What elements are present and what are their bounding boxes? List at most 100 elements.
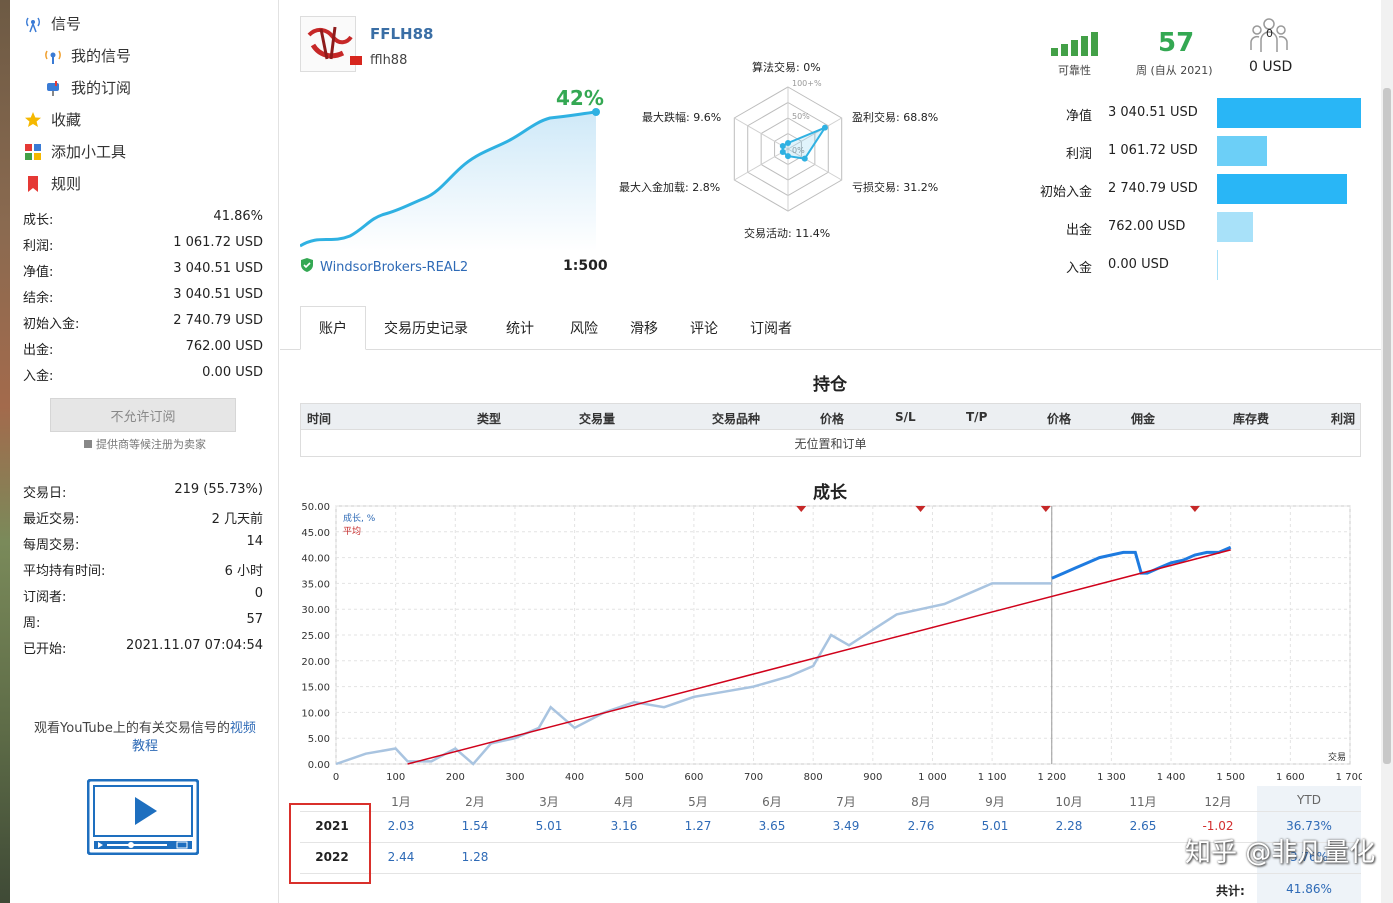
stat-equity: 净值: 3 040.51 USD	[23, 261, 263, 280]
month-value: 3.49	[832, 819, 860, 833]
fin-bar	[1217, 212, 1253, 242]
tab-trade-history[interactable]: 交易历史记录	[366, 306, 486, 350]
tab-risks[interactable]: 风险	[554, 306, 614, 350]
stat-trading-days: 交易日: 219 (55.73%)	[23, 482, 263, 501]
y-tick-label: 45.00	[301, 528, 330, 539]
ytd-value: 36.73%	[1286, 819, 1332, 833]
tab-reviews[interactable]: 评论	[674, 306, 734, 350]
tab-account[interactable]: 账户	[300, 306, 366, 350]
broker[interactable]: WindsorBrokers-REAL2	[300, 258, 468, 276]
row-divider	[300, 811, 1361, 812]
nav-label: 收藏	[51, 111, 82, 129]
radar-label-algo: 算法交易: 0%	[752, 61, 821, 74]
month-value: 1.54	[461, 819, 489, 833]
fin-row-profit: 利润 1 061.72 USD	[1010, 136, 1370, 166]
radar-point	[785, 153, 791, 160]
nav-add-widgets[interactable]: 添加小工具	[23, 141, 126, 162]
stat-balance: 结余: 3 040.51 USD	[23, 287, 263, 306]
month-header: 6月	[762, 795, 782, 809]
x-tick-label: 1 600	[1276, 772, 1305, 783]
stat-avg-holding: 平均持有时间: 6 小时	[23, 564, 263, 579]
y-tick-label: 20.00	[301, 657, 330, 668]
y-tick-label: 40.00	[301, 554, 330, 565]
month-header: 11月	[1129, 795, 1157, 809]
fin-value: 2 740.79 USD	[1108, 181, 1198, 196]
nav-label: 信号	[51, 15, 82, 33]
scrollbar-thumb[interactable]	[1383, 88, 1391, 764]
fin-label: 利润	[1065, 147, 1092, 162]
radar-point	[779, 149, 786, 155]
x-tick-label: 1 000	[918, 772, 947, 783]
x-tick-label: 1 100	[978, 772, 1007, 783]
reliability-bars-icon	[1051, 32, 1098, 56]
month-header: 9月	[985, 795, 1005, 809]
stat-profit: 利润: 1 061.72 USD	[23, 235, 263, 254]
month-header: 5月	[688, 795, 708, 809]
month-value: 3.16	[610, 819, 638, 833]
x-tick-label: 1 200	[1037, 772, 1066, 783]
radar-label-activity: 交易活动: 11.4%	[744, 227, 831, 240]
fin-label: 入金	[1065, 261, 1092, 276]
nav-signals[interactable]: 信号	[23, 13, 81, 34]
stat-withdrawals: 出金: 762.00 USD	[23, 339, 263, 358]
fin-row-deposits: 入金 0.00 USD	[1010, 250, 1370, 280]
month-value: 1.27	[684, 819, 712, 833]
col-swap: 库存费	[1233, 412, 1270, 426]
nav-label: 规则	[51, 175, 82, 193]
y-tick-label: 10.00	[301, 708, 330, 719]
month-header: 8月	[911, 795, 931, 809]
month-value: 2.44	[387, 850, 415, 864]
fin-value: 3 040.51 USD	[1108, 105, 1198, 120]
nav-favorites[interactable]: 收藏	[23, 109, 81, 130]
tab-bar: 账户 交易历史记录 统计 风险 滑移 评论 订阅者	[300, 306, 808, 350]
positions-empty: 无位置和订单	[794, 436, 867, 451]
y-tick-label: 5.00	[308, 734, 330, 745]
positions-table: 时间 类型 交易量 交易品种 价格 S/L T/P 价格 佣金 库存费 利润 无…	[300, 403, 1361, 457]
col-time: 时间	[307, 412, 332, 426]
x-tick-label: 800	[804, 772, 823, 783]
tab-slippage[interactable]: 滑移	[614, 306, 674, 350]
x-tick-label: 700	[744, 772, 763, 783]
reliability-label: 可靠性	[1058, 64, 1091, 77]
nav-my-signals[interactable]: 我的信号	[43, 45, 131, 66]
fin-bar	[1217, 98, 1361, 128]
x-tick-label: 200	[446, 772, 465, 783]
radar-point	[801, 155, 808, 162]
total-label: 共计:	[1216, 884, 1245, 898]
subscribe-button[interactable]: 不允许订阅	[50, 398, 236, 432]
year-highlight-box	[289, 803, 371, 884]
fin-row-equity: 净值 3 040.51 USD	[1010, 98, 1370, 128]
weeks-value: 57	[1158, 28, 1195, 58]
x-tick-label: 1 700	[1336, 772, 1362, 783]
background-strip	[0, 0, 10, 903]
month-value: 5.01	[535, 819, 563, 833]
mailbox-icon	[43, 78, 63, 98]
stat-latest-trade: 最近交易: 2 几天前	[23, 512, 263, 527]
stat-subscribers: 订阅者: 0	[23, 586, 263, 605]
stat-growth: 成长: 41.86%	[23, 209, 263, 228]
tab-statistics[interactable]: 统计	[486, 306, 554, 350]
signal-name[interactable]: FFLH88	[370, 25, 433, 43]
month-value: 5.01	[981, 819, 1009, 833]
video-tutorial-icon[interactable]	[86, 778, 200, 856]
month-value: 2.65	[1129, 819, 1157, 833]
radar-chart: 100+%50%0%	[733, 79, 843, 212]
provider-note: 提供商等候注册为卖家	[40, 436, 250, 452]
tab-subscribers[interactable]: 订阅者	[734, 306, 808, 350]
x-axis-label: 交易	[1328, 751, 1346, 763]
col-symbol: 交易品种	[712, 412, 761, 426]
col-price2: 价格	[1047, 412, 1072, 426]
col-price: 价格	[820, 412, 845, 426]
nav-rules[interactable]: 规则	[23, 173, 81, 194]
info-icon	[84, 440, 92, 448]
radar-label-profit-trades: 盈利交易: 68.8%	[852, 111, 939, 124]
col-type: 类型	[477, 412, 502, 426]
radar-label-loss-trades: 亏损交易: 31.2%	[852, 181, 939, 194]
stat-weeks: 周: 57	[23, 612, 263, 631]
month-header: 2月	[465, 795, 485, 809]
col-sl: S/L	[895, 410, 916, 424]
nav-my-subscriptions[interactable]: 我的订阅	[43, 77, 131, 98]
fin-label: 净值	[1065, 109, 1092, 124]
col-profit: 利润	[1331, 412, 1356, 426]
verified-icon	[300, 258, 314, 276]
